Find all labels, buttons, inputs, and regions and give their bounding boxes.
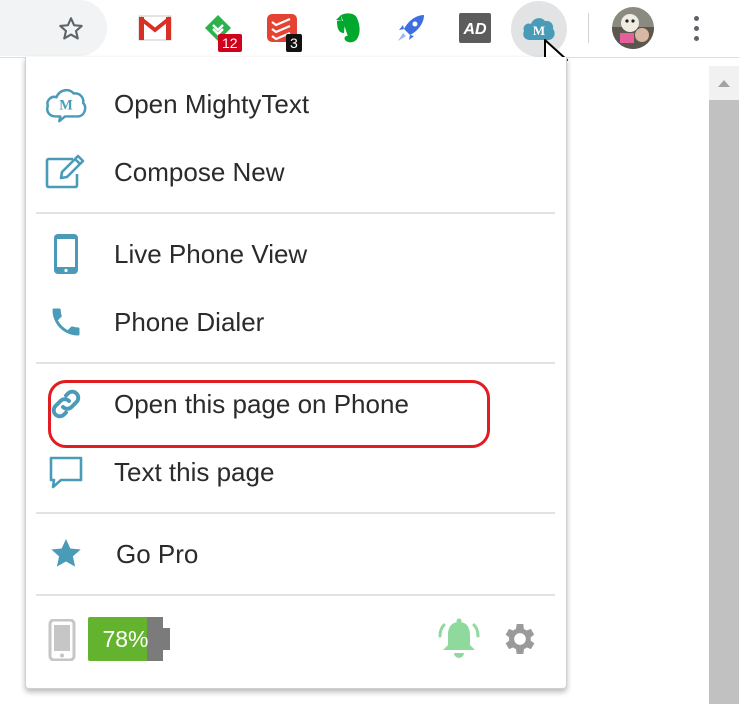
edit-icon: [45, 154, 85, 189]
battery-terminal: [163, 628, 170, 650]
highlight-annotation: [48, 380, 490, 448]
page-scrollbar-thumb[interactable]: [709, 100, 739, 704]
profile-avatar[interactable]: [612, 7, 654, 49]
menu-item-label: Compose New: [114, 157, 285, 187]
menu-item-phone-dialer[interactable]: Phone Dialer: [26, 292, 566, 352]
mightytext-popup: M Open MightyText Compose New Live Phone…: [25, 57, 567, 689]
compose-icon-wrap: [44, 150, 88, 194]
menu-item-text-this-page[interactable]: Text this page: [26, 442, 566, 502]
ad-icon: AD: [459, 13, 491, 43]
browser-toolbar: 12 3 AD M: [0, 0, 739, 75]
gmail-icon: [138, 15, 172, 41]
rocket-icon: [398, 15, 424, 41]
ad-extension[interactable]: AD: [457, 10, 493, 46]
feedly-extension[interactable]: 12: [200, 10, 242, 52]
menu-item-label: Text this page: [114, 457, 275, 487]
rocket-extension[interactable]: [393, 10, 429, 46]
menu-item-go-pro[interactable]: Go Pro: [26, 524, 566, 584]
live-view-icon-wrap: [44, 232, 88, 276]
feedly-badge: 12: [218, 34, 242, 52]
menu-divider: [36, 212, 555, 214]
menu-item-label: Open MightyText: [114, 89, 310, 119]
mightytext-logo-wrap: M: [44, 82, 88, 126]
svg-text:M: M: [533, 23, 545, 38]
bookmark-star-icon[interactable]: [57, 15, 85, 43]
avatar-image-icon: [612, 7, 654, 49]
phone-device-icon: [48, 619, 76, 661]
evernote-icon: [336, 13, 360, 43]
dialer-icon-wrap: [44, 300, 88, 344]
todoist-extension[interactable]: 3: [264, 10, 302, 52]
star-icon-wrap: [44, 532, 88, 576]
battery-percent: 78%: [102, 626, 149, 652]
phone-icon: [52, 308, 80, 336]
todoist-badge: 3: [286, 34, 302, 52]
menu-item-label: Live Phone View: [114, 239, 308, 269]
gear-icon[interactable]: [500, 619, 540, 659]
evernote-extension[interactable]: [330, 10, 366, 46]
menu-divider: [36, 362, 555, 364]
mightytext-cloud-icon: M: [46, 88, 87, 123]
gmail-extension[interactable]: [137, 10, 173, 46]
chat-icon: [49, 456, 83, 489]
omnibox-end[interactable]: [0, 0, 107, 56]
svg-text:M: M: [59, 98, 73, 114]
menu-item-label: Phone Dialer: [114, 307, 265, 337]
menu-item-compose-new[interactable]: Compose New: [26, 142, 566, 202]
menu-item-open-mightytext[interactable]: M Open MightyText: [26, 74, 566, 134]
menu-item-label: Go Pro: [116, 539, 199, 569]
svg-text:AD: AD: [462, 21, 487, 38]
menu-dot-icon: [693, 35, 699, 41]
menu-item-live-phone-view[interactable]: Live Phone View: [26, 224, 566, 284]
bell-icon[interactable]: [436, 617, 482, 661]
menu-divider: [36, 594, 555, 596]
chat-icon-wrap: [44, 450, 88, 494]
menu-dot-icon: [693, 25, 699, 31]
menu-dot-icon: [693, 15, 699, 21]
scroll-up-button[interactable]: [709, 66, 739, 100]
toolbar-separator: [588, 13, 589, 43]
menu-divider: [36, 512, 555, 514]
triangle-up-icon: [718, 79, 730, 87]
smartphone-icon: [54, 234, 78, 274]
browser-menu-button[interactable]: [684, 11, 708, 45]
star-icon: [51, 539, 81, 567]
battery-indicator: 78%: [88, 617, 170, 661]
